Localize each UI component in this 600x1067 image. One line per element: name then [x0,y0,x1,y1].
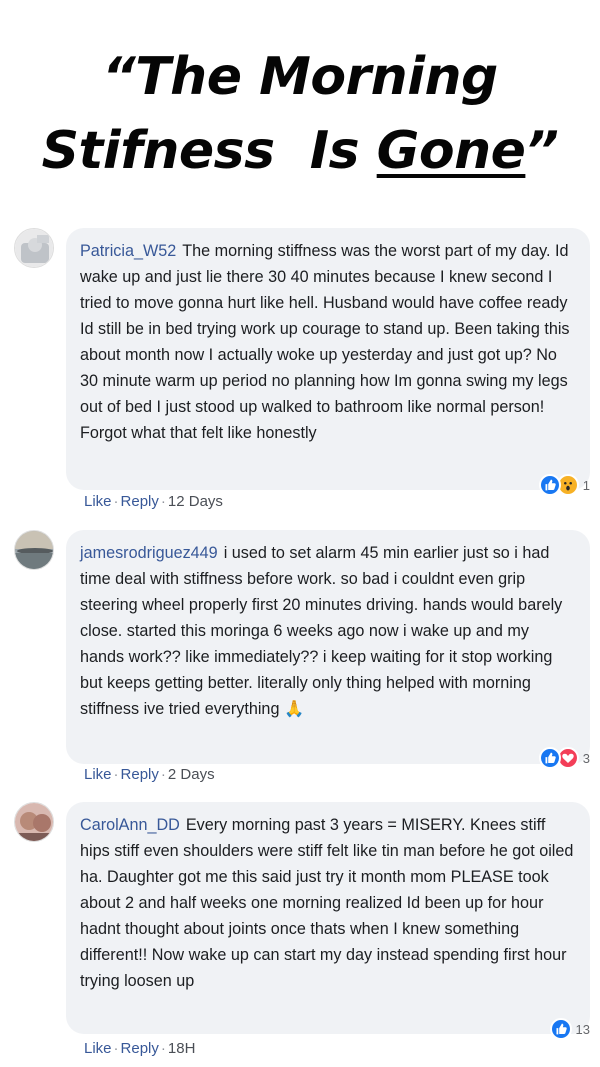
reply-link[interactable]: Reply [121,493,159,510]
headline-line-2: Stifness Is Gone” [0,114,600,188]
comment-actions: Like · Reply · 18H [84,1040,196,1057]
headline-line-2-end: ” [525,121,559,181]
headline: “The Morning Stifness Is Gone” [0,40,600,188]
comment-actions: Like · Reply · 12 Days [84,493,223,510]
comment-bubble: CarolAnn_DD Every morning past 3 years = … [66,802,590,1034]
comment-time: 2 Days [167,766,215,783]
reaction-count: 13 [575,1021,590,1037]
thumbs-up-icon [549,1018,572,1040]
comment-time: 18H [167,1040,196,1057]
comment-text-block: Patricia_W52 The morning stiffness was th… [80,238,574,446]
headline-line-2-start: Stifness Is [41,121,377,181]
comment-text-block: CarolAnn_DD Every morning past 3 years = … [80,812,574,994]
reaction-count: 1 [582,477,590,493]
comment-bubble: Patricia_W52 The morning stiffness was th… [66,228,590,490]
reply-link[interactable]: Reply [121,766,159,783]
thumbs-up-icon [538,474,561,496]
reply-link[interactable]: Reply [121,1040,159,1057]
reaction-summary[interactable]: 13 [549,1018,590,1040]
comment-text: i used to set alarm 45 min earlier just … [80,544,563,718]
comment-author[interactable]: Patricia_W52 [80,242,176,260]
avatar[interactable] [14,802,54,842]
reaction-summary[interactable]: 1 [538,474,590,496]
reaction-summary[interactable]: 3 [538,747,590,769]
comment-text-block: jamesrodriguez449 i used to set alarm 45 … [80,540,574,722]
comment-text: Every morning past 3 years = MISERY. Kne… [80,816,574,990]
avatar[interactable] [14,530,54,570]
comment-time: 12 Days [167,493,223,510]
headline-line-1: “The Morning [102,47,498,107]
comment-actions: Like · Reply · 2 Days [84,766,215,783]
like-link[interactable]: Like [84,766,112,783]
avatar[interactable] [14,228,54,268]
comment-author[interactable]: CarolAnn_DD [80,816,180,834]
headline-underlined-word: Gone [376,121,526,181]
comment-text: The morning stiffness was the worst part… [80,242,570,442]
like-link[interactable]: Like [84,493,112,510]
reaction-count: 3 [582,750,590,766]
like-link[interactable]: Like [84,1040,112,1057]
comment-bubble: jamesrodriguez449 i used to set alarm 45 … [66,530,590,764]
comment-author[interactable]: jamesrodriguez449 [80,544,218,562]
thumbs-up-icon [538,747,561,769]
